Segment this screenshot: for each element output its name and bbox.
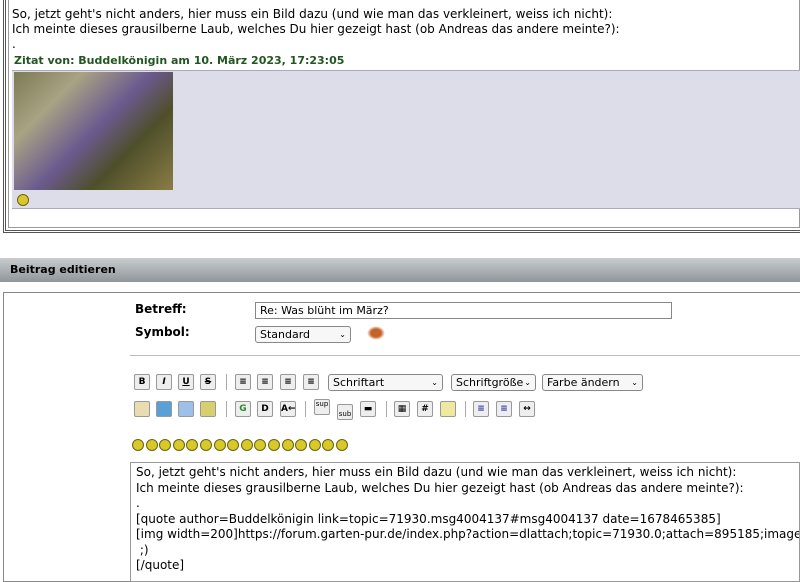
smiley-icon[interactable]	[186, 438, 199, 451]
chevron-down-icon: ⌄	[339, 330, 346, 339]
post-line: Ich meinte dieses grausilberne Laub, wel…	[12, 22, 620, 36]
teletype-button[interactable]: ▬	[360, 401, 376, 417]
color-select-value: Farbe ändern	[547, 376, 620, 389]
text-line: ;)	[136, 542, 149, 557]
divider	[130, 355, 800, 356]
post-line: .	[12, 37, 16, 51]
chevron-down-icon: ⌄	[431, 378, 438, 387]
separator	[465, 401, 466, 417]
smiley-icon[interactable]	[159, 438, 172, 451]
italic-button[interactable]: I	[156, 374, 172, 390]
text-line: Ich meinte dieses grausilberne Laub, wel…	[136, 480, 744, 495]
sub-button[interactable]: sub	[337, 404, 353, 420]
ftp-button[interactable]	[200, 401, 216, 417]
quote-header: Zitat von: Buddelkönigin am 10. März 202…	[14, 54, 345, 67]
smiley-icon[interactable]	[199, 438, 212, 451]
horizontal-rule-button[interactable]: ↔	[519, 401, 535, 417]
strike-button[interactable]: S	[200, 374, 216, 390]
size-select[interactable]: Schriftgröße ⌄	[451, 374, 536, 391]
glow-button[interactable]: G	[235, 401, 251, 417]
smiley-icon	[17, 194, 29, 206]
align-right-button[interactable]: ≡	[303, 374, 319, 390]
flash-button[interactable]	[134, 401, 150, 417]
underline-button[interactable]: U	[178, 374, 194, 390]
font-select[interactable]: Schriftart ⌄	[328, 374, 443, 391]
edit-header: Beitrag editieren	[0, 258, 800, 282]
crocus-photo	[14, 72, 173, 190]
smiley-icon[interactable]	[254, 438, 267, 451]
separator	[305, 401, 306, 417]
smiley-icon[interactable]	[281, 438, 294, 451]
separator	[386, 401, 387, 417]
move-button[interactable]: A←	[280, 401, 296, 417]
smiley-icon[interactable]	[213, 438, 226, 451]
chevron-down-icon: ⌄	[524, 378, 531, 387]
smiley-icon[interactable]	[240, 438, 253, 451]
symbol-select[interactable]: Standard ⌄	[255, 326, 351, 343]
text-line: [/quote]	[136, 558, 185, 572]
message-textarea[interactable]: So, jetzt geht's nicht anders, hier muss…	[130, 462, 800, 582]
size-select-value: Schriftgröße	[456, 376, 524, 389]
url-button[interactable]	[156, 401, 172, 417]
smiley-icon[interactable]	[322, 438, 335, 451]
bullet-list-button[interactable]: ≡	[473, 401, 489, 417]
justify-button[interactable]: ≡	[257, 374, 273, 390]
subject-label: Betreff:	[135, 302, 187, 316]
code-button[interactable]: #	[417, 401, 433, 417]
sup-button[interactable]: sup	[314, 399, 330, 415]
separator	[226, 374, 227, 390]
bold-button[interactable]: B	[134, 374, 150, 390]
chevron-down-icon: ⌄	[631, 378, 638, 387]
text-line: .	[136, 496, 140, 510]
text-line: So, jetzt geht's nicht anders, hier muss…	[136, 465, 737, 479]
text-line: [quote author=Buddelkönigin link=topic=7…	[136, 511, 721, 526]
smiley-icon[interactable]	[295, 438, 308, 451]
smiley-icon[interactable]	[335, 438, 348, 451]
shadow-button[interactable]: D	[257, 401, 273, 417]
smiley-icon[interactable]	[145, 438, 158, 451]
text-line: [img width=200]https://forum.garten-pur.…	[136, 527, 800, 541]
quote-button[interactable]	[440, 401, 456, 417]
butterfly-icon	[367, 326, 385, 340]
numbered-list-button[interactable]: ≡	[496, 401, 512, 417]
separator	[226, 401, 227, 417]
center-button[interactable]: ≡	[280, 374, 296, 390]
font-select-value: Schriftart	[333, 376, 385, 389]
smiley-icon[interactable]	[227, 438, 240, 451]
align-left-button[interactable]: ≡	[235, 374, 251, 390]
color-select[interactable]: Farbe ändern ⌄	[542, 374, 643, 391]
quote-block	[12, 70, 800, 209]
symbol-value: Standard	[260, 328, 311, 341]
smiley-icon[interactable]	[172, 438, 185, 451]
smiley-icon[interactable]	[132, 438, 144, 451]
smiley-icon[interactable]	[308, 438, 321, 451]
symbol-label: Symbol:	[135, 325, 190, 339]
table-button[interactable]: ▦	[394, 401, 410, 417]
image-button[interactable]	[178, 401, 194, 417]
subject-input[interactable]: Re: Was blüht im März?	[255, 302, 672, 319]
smiley-bar	[132, 437, 350, 451]
post-line: So, jetzt geht's nicht anders, hier muss…	[12, 7, 613, 21]
smiley-icon[interactable]	[267, 438, 280, 451]
